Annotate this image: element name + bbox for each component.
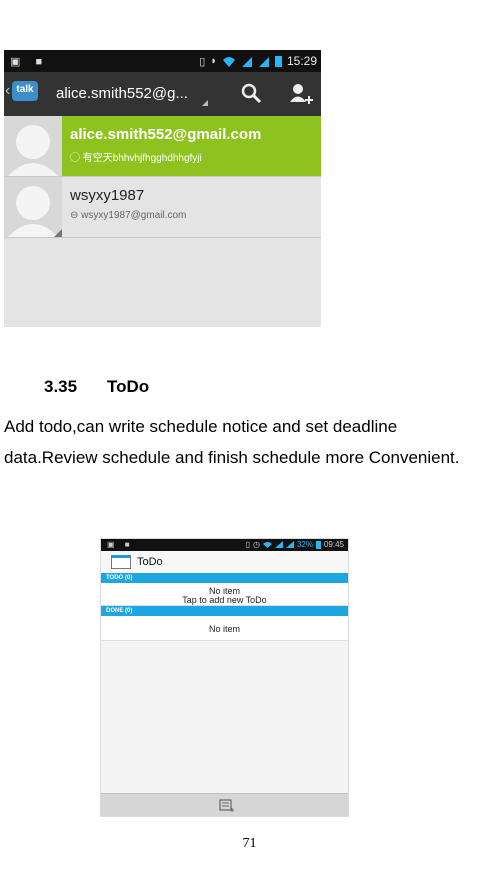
battery-icon [274, 56, 282, 67]
new-todo-icon[interactable] [219, 799, 235, 812]
page-number: 71 [242, 836, 257, 851]
wifi-icon [222, 56, 235, 67]
status-bar: ▣ ■ ▯ ◷ 32% 09:45 [101, 539, 348, 551]
wifi-icon [262, 542, 272, 548]
contact-status: ⊖ wsyxy1987@gmail.com [70, 210, 187, 221]
done-section-header: DONE (0) [101, 606, 348, 616]
contact-name: wsyxy1987 [70, 187, 145, 204]
notification-icons: ▣ ■ [107, 540, 134, 549]
account-selector[interactable]: alice.smith552@g... [56, 85, 188, 102]
section-body: Add todo,can write schedule notice and s… [4, 417, 460, 467]
section-heading: 3.35 ToDo [44, 377, 149, 397]
section-number: 3.35 [44, 377, 78, 396]
todo-app-icon [111, 555, 131, 569]
add-todo-hint[interactable]: Tap to add new ToDo [101, 595, 348, 605]
talk-screenshot: ▣ ■ ▯ ◗ 15:29 ‹ talk alice.smith552@g... [4, 50, 321, 327]
bottom-bar [101, 793, 348, 816]
signal-icon-2 [258, 56, 269, 67]
contact-name: alice.smith552@gmail.com [70, 126, 262, 143]
bluetooth-icon: ▯ [199, 55, 206, 68]
app-title: ToDo [137, 556, 163, 568]
add-friend-icon[interactable] [288, 82, 314, 106]
todo-section-header: TODO (0) [101, 573, 348, 583]
mute-icon: ◗ [210, 55, 217, 67]
battery-icon [315, 540, 321, 549]
contact-row[interactable]: alice.smith552@gmail.com ◯ 有空天bhhvhjfhgg… [4, 116, 321, 177]
contact-row[interactable]: wsyxy1987 ⊖ wsyxy1987@gmail.com [4, 177, 321, 238]
status-time: 09:45 [323, 540, 344, 549]
notification-icons: ▣ ■ [10, 56, 49, 68]
alarm-icon: ◷ [252, 540, 260, 549]
battery-percent: 32% [296, 540, 313, 549]
contact-list: alice.smith552@gmail.com ◯ 有空天bhhvhjfhgg… [4, 116, 321, 238]
talk-logo-icon[interactable]: talk [12, 81, 38, 101]
search-icon[interactable] [240, 82, 262, 104]
avatar [4, 116, 62, 176]
bluetooth-icon: ▯ [245, 540, 250, 549]
action-bar: ToDo [101, 551, 348, 574]
status-bar: ▣ ■ ▯ ◗ 15:29 [4, 50, 321, 72]
signal-icon [241, 56, 252, 67]
signal-icon [274, 541, 283, 548]
contact-status: ◯ 有空天bhhvhjfhgghdhhgfyji [70, 153, 202, 164]
dropdown-corner-icon [202, 100, 208, 106]
todo-screenshot: ▣ ■ ▯ ◷ 32% 09:45 ToDo TODO (0) No item … [100, 538, 349, 817]
back-chevron-icon[interactable]: ‹ [5, 82, 10, 100]
avatar [4, 177, 62, 237]
status-time: 15:29 [286, 54, 317, 68]
signal-icon-2 [285, 541, 294, 548]
done-empty-text: No item [208, 624, 240, 634]
section-title: ToDo [107, 377, 150, 396]
action-bar: ‹ talk alice.smith552@g... [4, 72, 321, 116]
